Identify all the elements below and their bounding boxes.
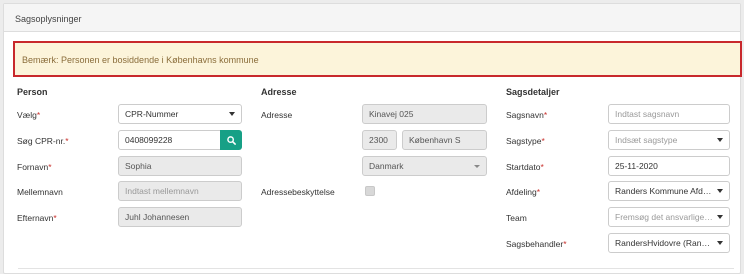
sagstype-select[interactable]: Indsæt sagstype (608, 130, 730, 150)
team-select[interactable]: Fremsøg det ansvarlige te... (608, 207, 730, 227)
street-field: Kinavej 025 (362, 104, 487, 124)
efternavn-field: Juhl Johannesen (118, 207, 242, 227)
sagsbehandler-label: Sagsbehandler* (506, 239, 567, 249)
afdeling-select[interactable]: Randers Kommune Afdelin... (608, 181, 730, 201)
chevron-down-icon (717, 189, 723, 193)
chevron-down-icon (717, 138, 723, 142)
chevron-down-icon (229, 112, 235, 116)
cpr-search-button[interactable] (220, 130, 242, 150)
adresse-label: Adresse (261, 110, 293, 120)
adresse-section-title: Adresse (261, 87, 297, 97)
sagsnavn-label: Sagsnavn* (506, 110, 548, 120)
sagsdetaljer-section-title: Sagsdetaljer (506, 87, 560, 97)
chevron-down-icon (717, 215, 723, 219)
case-info-panel: Sagsoplysninger Bemærk: Personen er bosi… (3, 3, 742, 274)
mellemnavn-label: Mellemnavn (17, 187, 63, 197)
mellemnavn-field: Indtast mellemnavn (118, 181, 242, 201)
cpr-input[interactable]: 0408099228 (118, 130, 221, 150)
team-label: Team (506, 213, 527, 223)
fornavn-field: Sophia (118, 156, 242, 176)
panel-header: Sagsoplysninger (4, 4, 740, 32)
search-icon (226, 135, 236, 145)
chevron-down-icon (474, 164, 480, 168)
chevron-down-icon (717, 241, 723, 245)
adressebeskyttelse-checkbox (365, 186, 375, 196)
alert-text: Bemærk: Personen er bosiddende i Københa… (22, 55, 259, 65)
startdato-label: Startdato* (506, 162, 544, 172)
sagsnavn-input[interactable]: Indtast sagsnavn (608, 104, 730, 124)
panel-title: Sagsoplysninger (15, 14, 82, 24)
sagstype-label: Sagstype* (506, 136, 545, 146)
adressebeskyttelse-label: Adressebeskyttelse (261, 187, 335, 197)
person-section-title: Person (17, 87, 48, 97)
warning-alert: Bemærk: Personen er bosiddende i Københa… (13, 41, 742, 77)
vaelg-select[interactable]: CPR-Nummer (118, 104, 242, 124)
vaelg-label: Vælg* (17, 110, 41, 120)
sagsbehandler-select[interactable]: RandersHvidovre (Randers... (608, 233, 730, 253)
fornavn-label: Fornavn* (17, 162, 52, 172)
efternavn-label: Efternavn* (17, 213, 57, 223)
afdeling-label: Afdeling* (506, 187, 541, 197)
city-field: København S (402, 130, 487, 150)
panel-divider (18, 268, 734, 269)
postal-field: 2300 (362, 130, 397, 150)
country-select: Danmark (362, 156, 487, 176)
cpr-label: Søg CPR-nr.* (17, 136, 69, 146)
startdato-input[interactable]: 25-11-2020 (608, 156, 730, 176)
